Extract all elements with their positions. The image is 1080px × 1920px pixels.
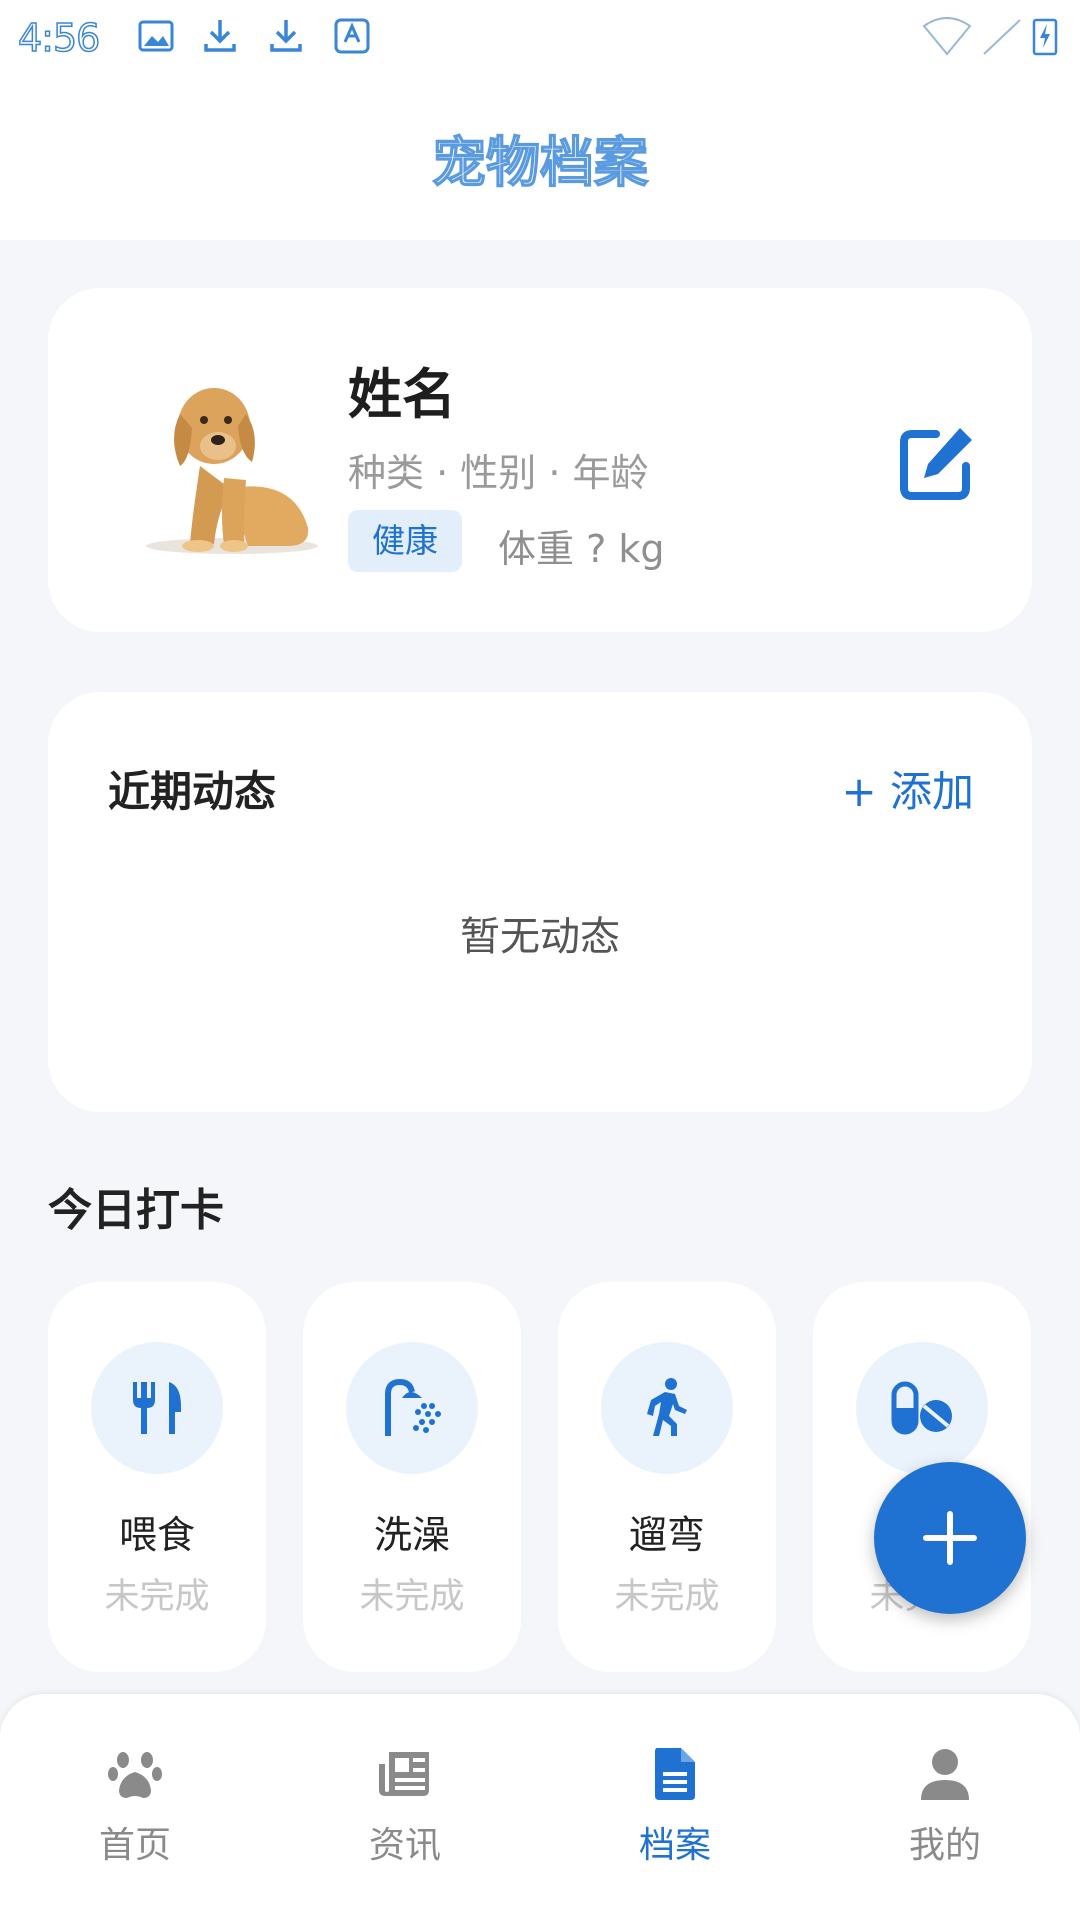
empty-state-text: 暂无动态 [460, 914, 620, 960]
checkin-icon-circle [91, 1342, 223, 1474]
nav-item-mine[interactable]: 我的 [810, 1694, 1080, 1920]
user-icon [921, 1749, 969, 1800]
section-title-checkin: 今日打卡 [48, 1185, 224, 1236]
checkin-label: 洗澡 [373, 1513, 450, 1557]
font-icon [334, 18, 370, 54]
walking-icon [647, 1378, 687, 1436]
checkin-status: 未完成 [104, 1577, 210, 1617]
recent-activity-card: 近期动态 + 添加 暂无动态 [48, 692, 1032, 1112]
shower-icon [385, 1378, 441, 1436]
checkin-card-bath[interactable]: 洗澡 未完成 [303, 1282, 521, 1672]
download-icon [270, 20, 302, 52]
nav-label: 资讯 [368, 1825, 441, 1866]
page-title: 宠物档案 [431, 130, 649, 195]
file-icon [655, 1748, 695, 1800]
signal-icon [983, 19, 1021, 55]
status-bar: 4:56 [0, 0, 1080, 78]
bottom-nav: 首页 资讯 档案 我的 [0, 1694, 1080, 1920]
checkin-label: 遛弯 [628, 1513, 705, 1557]
image-icon [138, 20, 174, 52]
pet-weight: 体重 ? kg [498, 527, 665, 571]
checkin-icon-circle [346, 1342, 478, 1474]
checkin-status: 未完成 [359, 1577, 465, 1617]
section-title-recent-activity: 近期动态 [108, 767, 277, 816]
wifi-icon [922, 17, 972, 56]
download-icon [204, 20, 236, 52]
checkin-card-walk[interactable]: 遛弯 未完成 [558, 1282, 776, 1672]
checkin-card-feed[interactable]: 喂食 未完成 [48, 1282, 266, 1672]
nav-label: 档案 [638, 1825, 711, 1866]
paw-icon [108, 1752, 162, 1798]
checkin-label: 喂食 [118, 1513, 195, 1557]
add-fab-button[interactable] [874, 1462, 1026, 1614]
checkin-icon-circle [601, 1342, 733, 1474]
nav-item-profile-files[interactable]: 档案 [540, 1694, 810, 1920]
newspaper-icon [379, 1752, 429, 1796]
battery-charging-icon [1032, 18, 1058, 56]
edit-icon[interactable] [896, 420, 980, 504]
nav-label: 首页 [98, 1825, 171, 1866]
plus-icon [923, 1511, 977, 1565]
pet-name: 姓名 [348, 363, 456, 426]
pet-profile-card[interactable]: 姓名 种类 · 性别 · 年龄 健康 体重 ? kg [48, 288, 1032, 632]
fork-knife-icon [133, 1382, 181, 1434]
pills-icon [891, 1381, 952, 1435]
nav-item-news[interactable]: 资讯 [270, 1694, 540, 1920]
health-status-badge: 健康 [348, 510, 462, 572]
nav-item-home[interactable]: 首页 [0, 1694, 270, 1920]
app-header: 宠物档案 [0, 78, 1080, 240]
checkin-status: 未完成 [614, 1577, 720, 1617]
status-time: 4:56 [17, 15, 101, 61]
add-activity-button[interactable]: + 添加 [841, 758, 974, 819]
nav-label: 我的 [908, 1825, 981, 1866]
pet-details: 种类 · 性别 · 年龄 [348, 451, 649, 495]
checkin-icon-circle [856, 1342, 988, 1474]
dog-avatar [146, 388, 318, 554]
